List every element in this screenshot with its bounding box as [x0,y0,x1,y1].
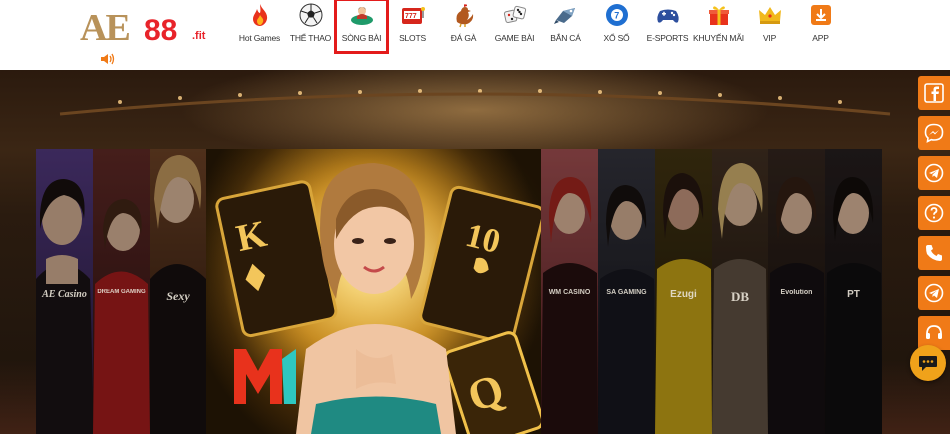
nav-label: THỂ THAO [289,33,332,43]
gamepad-icon [656,9,679,23]
lottery-ball-icon: 7 [605,4,628,26]
page: AE 88 .fit Hot Games THỂ THAO SÒNG BÀI 7… [0,0,950,434]
slot-machine-icon: 777 [401,7,425,24]
help-button[interactable] [918,196,950,230]
live-chat-button[interactable] [910,345,946,381]
nav-label: KHUYẾN MÃI [693,33,744,43]
nav-label: Hot Games [238,33,281,43]
provider-logo-text: DB [730,289,750,304]
provider-logo-text: PT [847,289,860,300]
telegram-channel-button[interactable] [918,276,950,310]
top-header: AE 88 .fit Hot Games THỂ THAO SÒNG BÀI 7… [0,0,950,70]
speaker-icon[interactable] [100,52,116,66]
featured-artwork: K 10 Q [206,149,541,434]
featured-banner-tile[interactable]: K 10 Q [206,149,541,434]
support-headset-icon [926,325,942,339]
telegram-button[interactable] [918,156,950,190]
provider-logo-text: Sexy [166,289,190,303]
nav-label: BẮN CÁ [550,33,581,43]
nav-label: SÒNG BÀI [341,33,382,43]
nav-label: SLOTS [399,33,426,43]
svg-text:7: 7 [614,11,619,21]
nav-item-slots[interactable]: 777 SLOTS [387,0,438,52]
telegram-icon [924,163,944,183]
provider-tile-pt[interactable]: PT [825,149,882,434]
social-sidebar [918,76,950,356]
provider-tiles: AE Casino DREAM GAMING Sexy K 10 Q WM CA… [36,149,882,434]
provider-tile-sexy[interactable]: Sexy [150,149,206,434]
provider-logo-text: AE Casino [42,289,87,300]
fish-icon [553,8,575,24]
provider-tile-evolution[interactable]: Evolution [768,149,825,434]
nav-label: APP [812,33,829,43]
provider-tile-wm-casino[interactable]: WM CASINO [541,149,598,434]
site-logo[interactable]: AE 88 .fit [80,6,220,49]
nav-label: E-SPORTS [646,33,689,43]
provider-tile-db[interactable]: DB [712,149,768,434]
phone-icon [926,245,942,261]
download-icon [810,5,831,25]
dice-icon [503,5,526,24]
provider-logo-text: DREAM GAMING [97,289,146,295]
messenger-icon [924,123,944,143]
telegram-channel-icon [924,283,944,303]
nav-item-lottery[interactable]: 7 XỔ SỐ [591,0,642,52]
main-nav: Hot Games THỂ THAO SÒNG BÀI 777 SLOTS ĐÁ… [234,0,846,70]
nav-label: XỔ SỐ [603,33,630,43]
fire-icon [252,4,267,26]
chat-bubble-icon [919,356,937,371]
provider-tile-ezugi[interactable]: Ezugi [655,149,712,434]
facebook-icon [924,83,944,103]
help-icon [924,203,944,223]
provider-logo-text: Evolution [780,289,813,296]
provider-logo-text: SA GAMING [606,289,647,296]
nav-item-hot-games[interactable]: Hot Games [234,0,285,52]
svg-text:777: 777 [405,13,417,20]
provider-tile-ae-casino[interactable]: AE Casino [36,149,93,434]
nav-item-cockfight[interactable]: ĐÁ GÀ [438,0,489,52]
provider-logo-text: WM CASINO [548,289,591,296]
provider-logo-text: Ezugi [670,289,697,300]
provider-tile-dream-gaming[interactable]: DREAM GAMING [93,149,150,434]
nav-label: ĐÁ GÀ [450,33,477,43]
nav-label: GAME BÀI [494,33,535,43]
nav-item-app[interactable]: APP [795,0,846,52]
nav-item-casino[interactable]: SÒNG BÀI [334,0,389,54]
hero-banner[interactable]: AE Casino DREAM GAMING Sexy K 10 Q WM CA… [0,70,950,434]
crown-icon [758,7,781,24]
logo-suffix-text: .fit [192,30,206,42]
gift-icon [708,6,729,25]
nav-item-vip[interactable]: VIP [744,0,795,52]
nav-item-promotions[interactable]: KHUYẾN MÃI [693,0,744,52]
soccer-ball-icon [299,3,322,27]
nav-item-fishing[interactable]: BẮN CÁ [540,0,591,52]
nav-item-card-games[interactable]: GAME BÀI [489,0,540,52]
phone-button[interactable] [918,236,950,270]
messenger-button[interactable] [918,116,950,150]
casino-dealer-icon [350,7,373,25]
nav-item-esports[interactable]: E-SPORTS [642,0,693,52]
ceiling-lights-decoration [59,89,891,116]
provider-tile-sa-gaming[interactable]: SA GAMING [598,149,655,434]
nav-label: VIP [762,33,777,43]
facebook-button[interactable] [918,76,950,110]
nav-item-sports[interactable]: THỂ THAO [285,0,336,52]
logo-ae-text: AE [80,7,131,49]
logo-88-text: 88 [144,14,178,47]
rooster-icon [456,4,473,28]
